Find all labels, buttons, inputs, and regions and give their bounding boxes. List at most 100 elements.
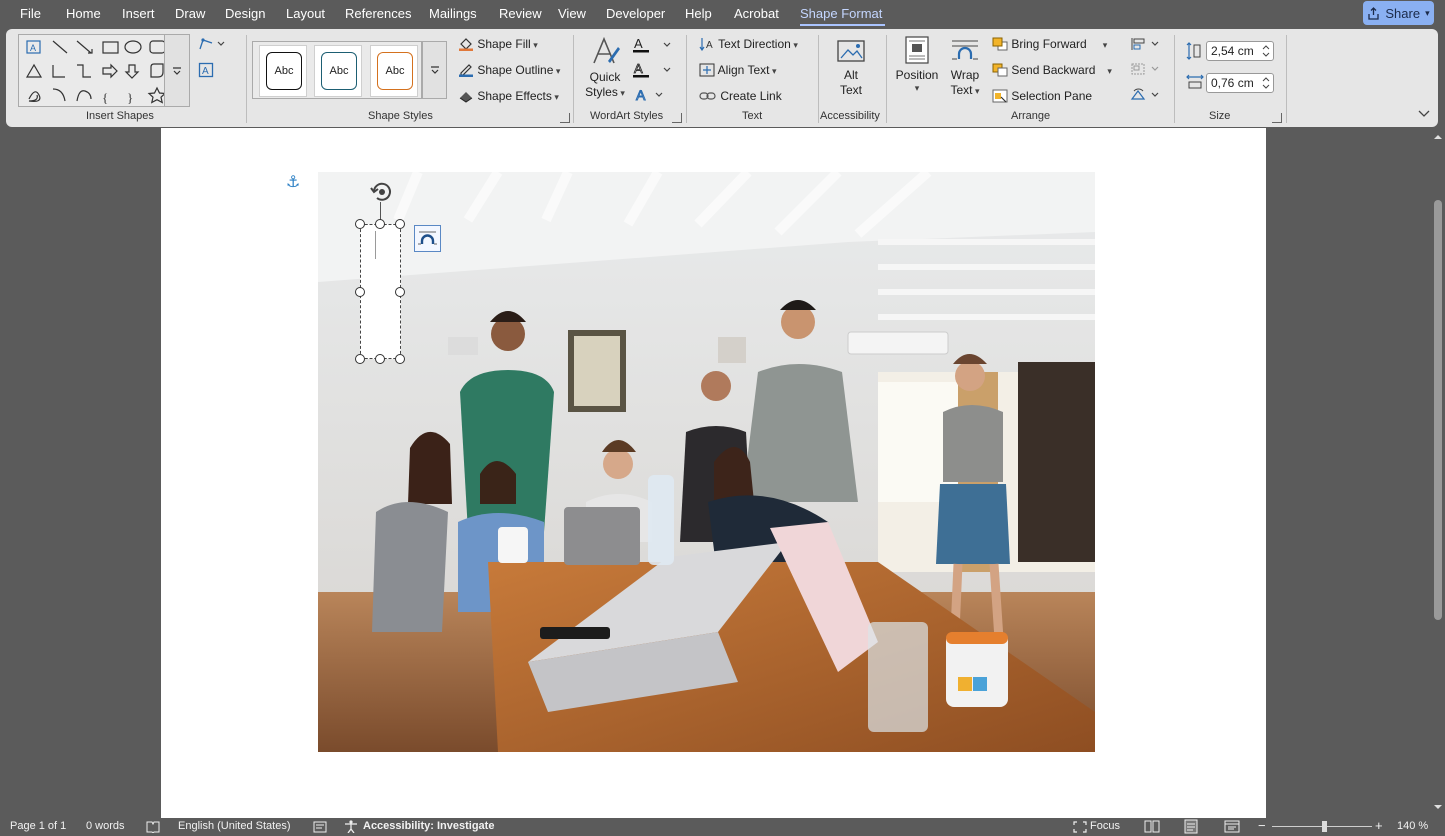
resize-handle[interactable]: [395, 219, 405, 229]
align-objects-icon[interactable]: [1130, 37, 1162, 51]
chevron-down-icon: ▾: [914, 83, 920, 93]
shape-outline-label: Shape Outline: [477, 63, 554, 77]
word-window: File Home Insert Draw Design Layout Refe…: [0, 0, 1445, 836]
tab-developer[interactable]: Developer: [606, 6, 665, 21]
tab-file[interactable]: File: [20, 6, 41, 21]
wrap-text-label-line1: Wrap: [950, 68, 980, 82]
spinner-icon[interactable]: [1262, 76, 1270, 90]
collapse-ribbon-icon[interactable]: [1418, 110, 1430, 118]
zoom-in-button[interactable]: +: [1375, 818, 1383, 833]
group-objects-icon[interactable]: [1130, 62, 1162, 76]
size-dialog-launcher[interactable]: [1272, 113, 1282, 123]
tab-insert[interactable]: Insert: [122, 6, 155, 21]
style-swatch[interactable]: Abc: [314, 45, 362, 97]
resize-handle[interactable]: [355, 219, 365, 229]
web-layout-icon[interactable]: [1224, 820, 1240, 833]
resize-handle[interactable]: [375, 354, 385, 364]
tab-view[interactable]: View: [558, 6, 586, 21]
shape-width-field[interactable]: 0,76 cm: [1206, 73, 1274, 93]
resize-handle[interactable]: [355, 287, 365, 297]
tab-draw[interactable]: Draw: [175, 6, 205, 21]
alt-text-label-line1: Alt: [843, 68, 858, 82]
alt-text-button[interactable]: Alt Text: [832, 37, 870, 98]
send-backward-button[interactable]: Send Backward ▾: [992, 63, 1112, 77]
swatch-label: Abc: [329, 65, 349, 77]
style-swatch[interactable]: Abc: [259, 45, 307, 97]
scrollbar-thumb[interactable]: [1434, 200, 1442, 620]
shape-effects-button[interactable]: Shape Effects ▾: [458, 89, 559, 103]
zoom-out-button[interactable]: −: [1258, 818, 1266, 833]
wordart-styles-label: WordArt Styles: [590, 110, 664, 122]
text-outline-icon[interactable]: A: [632, 62, 680, 78]
tab-design[interactable]: Design: [225, 6, 265, 21]
share-button[interactable]: Share ▾: [1363, 1, 1434, 25]
resize-handle[interactable]: [375, 219, 385, 229]
position-icon: [905, 36, 929, 64]
resize-handle[interactable]: [395, 287, 405, 297]
edit-shape-icon[interactable]: [198, 37, 228, 51]
wordart-styles-dialog-launcher[interactable]: [672, 113, 682, 123]
tab-home[interactable]: Home: [66, 6, 101, 21]
print-layout-icon[interactable]: [1184, 819, 1198, 834]
read-mode-icon[interactable]: [1144, 820, 1160, 833]
draw-text-box-icon[interactable]: A: [198, 62, 214, 78]
wrap-text-button[interactable]: Wrap Text ▾: [944, 37, 986, 99]
tab-review[interactable]: Review: [499, 6, 542, 21]
group-separator: [246, 35, 247, 123]
text-direction-button[interactable]: A Text Direction ▾: [699, 37, 798, 52]
shapes-gallery-more-button[interactable]: [164, 34, 190, 107]
selection-pane-button[interactable]: Selection Pane: [992, 89, 1092, 103]
spinner-icon[interactable]: [1262, 44, 1270, 58]
accessibility-icon[interactable]: [344, 820, 358, 833]
rotate-objects-icon[interactable]: [1130, 87, 1162, 103]
language-indicator[interactable]: English (United States): [178, 820, 291, 832]
text-cursor: [375, 231, 376, 259]
more-icon: [431, 66, 439, 74]
shape-styles-more-button[interactable]: [422, 41, 447, 99]
tab-acrobat[interactable]: Acrobat: [734, 6, 779, 21]
accessibility-label: Accessibility: [820, 110, 880, 122]
shape-outline-button[interactable]: Shape Outline ▾: [458, 63, 560, 77]
word-count[interactable]: 0 words: [86, 820, 125, 832]
bring-forward-label: Bring Forward: [1011, 37, 1087, 51]
office-team-photo[interactable]: [318, 172, 1095, 752]
style-swatch[interactable]: Abc: [370, 45, 418, 97]
zoom-level[interactable]: 140 %: [1397, 820, 1428, 832]
position-button[interactable]: Position ▾: [893, 35, 941, 93]
tab-shape-format[interactable]: Shape Format: [800, 6, 882, 21]
proofing-icon[interactable]: [146, 821, 160, 833]
accessibility-status[interactable]: Accessibility: Investigate: [363, 820, 494, 832]
scroll-down-icon[interactable]: [1431, 802, 1445, 812]
resize-handle[interactable]: [355, 354, 365, 364]
tab-layout[interactable]: Layout: [286, 6, 325, 21]
scroll-up-icon[interactable]: [1431, 132, 1445, 142]
tab-help[interactable]: Help: [685, 6, 712, 21]
resize-handle[interactable]: [395, 354, 405, 364]
anchor-icon[interactable]: ⚓: [286, 172, 300, 192]
shape-styles-gallery: Abc Abc Abc: [252, 41, 422, 99]
align-text-button[interactable]: Align Text ▾: [699, 63, 777, 77]
layout-options-button[interactable]: [414, 225, 441, 252]
zoom-slider-thumb[interactable]: [1322, 821, 1327, 832]
svg-text:A: A: [634, 37, 643, 51]
position-label: Position: [895, 68, 939, 82]
macro-icon[interactable]: [313, 821, 327, 833]
align-text-icon: [699, 63, 715, 77]
chevron-down-icon: ▾: [972, 86, 980, 96]
photo-image: [318, 172, 1095, 752]
quick-styles-button[interactable]: Quick Styles ▾: [584, 35, 626, 105]
text-effects-icon[interactable]: A: [632, 87, 680, 103]
rotate-handle-icon[interactable]: [369, 179, 395, 205]
bring-forward-button[interactable]: Bring Forward ▾: [992, 37, 1107, 51]
shape-height-field[interactable]: 2,54 cm: [1206, 41, 1274, 61]
focus-icon[interactable]: [1073, 821, 1087, 833]
shape-styles-dialog-launcher[interactable]: [560, 113, 570, 123]
chevron-down-icon: ▾: [1102, 40, 1108, 50]
tab-mailings[interactable]: Mailings: [429, 6, 477, 21]
page-count[interactable]: Page 1 of 1: [10, 820, 66, 832]
shape-fill-button[interactable]: Shape Fill ▾: [458, 37, 538, 51]
create-link-button[interactable]: Create Link: [699, 89, 782, 103]
text-fill-icon[interactable]: A: [632, 37, 680, 53]
focus-mode-button[interactable]: Focus: [1090, 820, 1120, 832]
tab-references[interactable]: References: [345, 6, 411, 21]
